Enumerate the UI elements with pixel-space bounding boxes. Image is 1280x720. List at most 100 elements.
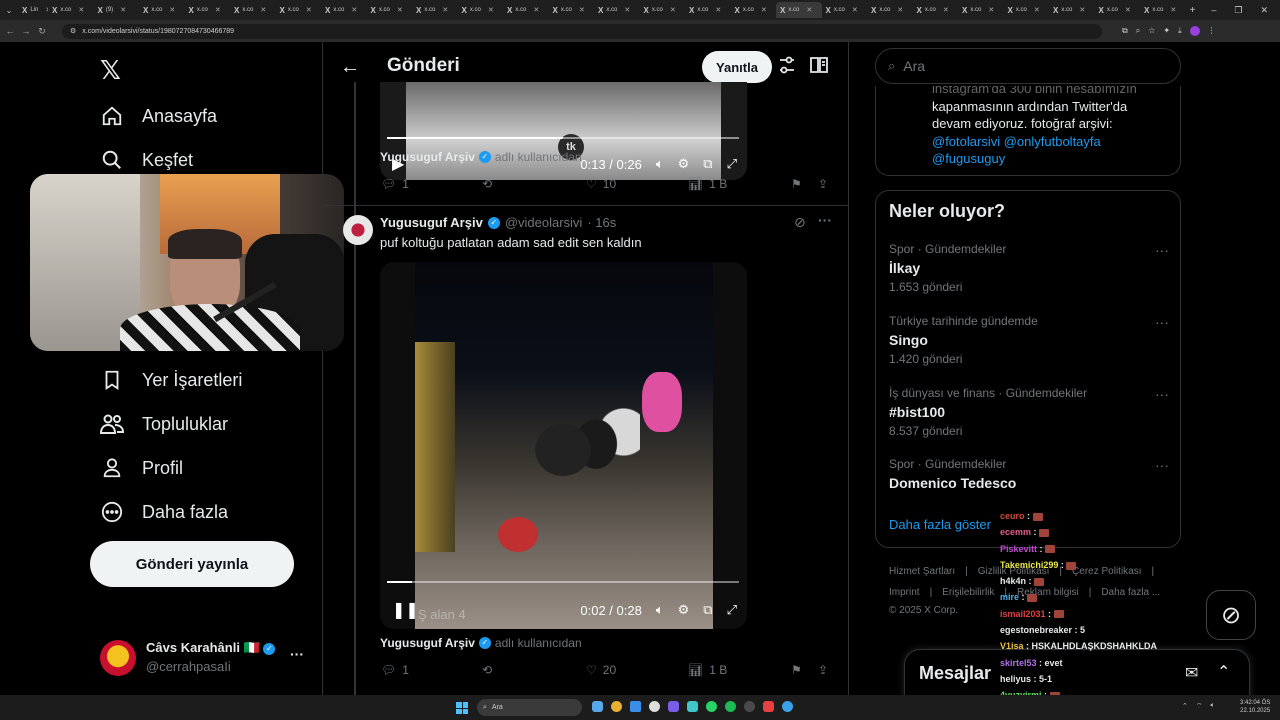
chat-username[interactable]: heliyus bbox=[1000, 674, 1031, 684]
share-action[interactable]: ⇪ bbox=[818, 663, 828, 677]
share-action[interactable]: ⇪ bbox=[818, 177, 828, 191]
grok-floating-button[interactable]: ⊘ bbox=[1206, 590, 1256, 640]
bio-line-links[interactable]: @fugusuguy bbox=[932, 150, 1172, 168]
browser-tab[interactable]: Xx.co ✕ bbox=[230, 2, 276, 18]
filter-settings-icon[interactable] bbox=[778, 54, 796, 81]
fullscreen-icon[interactable]: ⤢ bbox=[727, 602, 737, 618]
tab-close-icon[interactable]: ✕ bbox=[306, 6, 312, 14]
tab-close-icon[interactable]: ✕ bbox=[852, 6, 858, 14]
tab-close-icon[interactable]: ✕ bbox=[806, 6, 812, 14]
browser-tab[interactable]: Xx.co ✕ bbox=[822, 2, 868, 18]
video-settings-icon[interactable]: ⚙ bbox=[678, 156, 690, 172]
trend-item[interactable]: Türkiye tarihinde gündemde Singo 1.420 g… bbox=[889, 314, 1169, 366]
reply-action[interactable]: 💬︎ 1 bbox=[381, 177, 409, 191]
back-arrow-icon[interactable]: ← bbox=[340, 56, 360, 79]
tab-close-icon[interactable]: ✕ bbox=[260, 6, 266, 14]
footer-link[interactable]: Erişilebilirlik bbox=[942, 587, 994, 598]
extension-icon[interactable]: ⧉ bbox=[1122, 26, 1128, 36]
video-settings-icon[interactable]: ⚙ bbox=[678, 602, 690, 618]
taskbar-app-icon[interactable] bbox=[668, 701, 679, 712]
views-action[interactable]: 📊︎ 1 B bbox=[688, 177, 727, 191]
browser-tab[interactable]: Xx.co ✕ bbox=[594, 2, 640, 18]
browser-tab[interactable]: Xx.co ✕ bbox=[458, 2, 504, 18]
browser-tab[interactable]: Xx.co ✕ bbox=[1004, 2, 1050, 18]
browser-menu-icon[interactable]: ⋮ bbox=[1208, 26, 1216, 36]
download-icon[interactable]: ⤓ bbox=[1178, 26, 1182, 36]
browser-tab[interactable]: Xx.co ✕ bbox=[48, 2, 94, 18]
tab-close-icon[interactable]: ✕ bbox=[943, 6, 949, 14]
trend-more-icon[interactable]: ··· bbox=[1155, 242, 1169, 258]
like-action[interactable]: ♡ 10 bbox=[586, 177, 616, 191]
search-field[interactable]: ⌕ Ara bbox=[875, 48, 1181, 84]
tab-close-icon[interactable]: ✕ bbox=[215, 6, 221, 14]
reply-button[interactable]: Yanıtla bbox=[702, 51, 772, 83]
restore-icon[interactable]: ❐ bbox=[1234, 5, 1242, 16]
grok-icon[interactable]: ⊘ bbox=[794, 214, 806, 231]
taskbar-app-icon[interactable] bbox=[611, 701, 622, 712]
post-button[interactable]: Gönderi yayınla bbox=[90, 541, 294, 587]
browser-tab[interactable]: Xx.co ✕ bbox=[276, 2, 322, 18]
nav-item-explore[interactable]: Keşfet bbox=[100, 148, 193, 172]
taskbar-app-icon[interactable] bbox=[763, 701, 774, 712]
browser-tab[interactable]: Xx.co ✕ bbox=[139, 2, 185, 18]
trend-more-icon[interactable]: ··· bbox=[1155, 386, 1169, 402]
zoom-icon[interactable]: ⌕ bbox=[1136, 26, 1140, 36]
chat-username[interactable]: V1isa bbox=[1000, 641, 1024, 651]
reload-icon[interactable]: ↻ bbox=[34, 26, 50, 37]
taskbar-app-icon[interactable] bbox=[630, 701, 641, 712]
tab-close-icon[interactable]: ✕ bbox=[624, 6, 630, 14]
chat-username[interactable]: ismail2031 bbox=[1000, 609, 1046, 619]
chat-username[interactable]: Piskevitt bbox=[1000, 544, 1037, 554]
top-video-player[interactable]: tk ▶ 0:13 / 0:26 🔈︎ ⚙ ⧉ ⤢ bbox=[380, 82, 747, 180]
tab-close-icon[interactable]: ✕ bbox=[1034, 6, 1040, 14]
like-action[interactable]: ♡ 20 bbox=[586, 663, 616, 677]
tab-close-icon[interactable]: ✕ bbox=[1125, 6, 1131, 14]
tab-close-icon[interactable]: ✕ bbox=[397, 6, 403, 14]
pause-icon[interactable]: ❚❚ bbox=[392, 600, 419, 620]
nav-item-profile[interactable]: Profil bbox=[100, 456, 183, 480]
repost-action[interactable]: ⟲ bbox=[482, 663, 492, 677]
tab-close-icon[interactable]: ✕ bbox=[579, 6, 585, 14]
tab-close-icon[interactable]: ✕ bbox=[670, 6, 676, 14]
browser-tab[interactable]: Xx.co ✕ bbox=[867, 2, 913, 18]
browser-tab[interactable]: Xx.co ✕ bbox=[412, 2, 458, 18]
browser-tab[interactable]: Xx.co ✕ bbox=[1095, 2, 1141, 18]
reader-mode-icon[interactable] bbox=[809, 56, 829, 79]
fullscreen-icon[interactable]: ⤢ bbox=[727, 156, 737, 172]
tweet-handle[interactable]: @videolarsivi bbox=[505, 215, 583, 230]
browser-tab[interactable]: Xx.co ✕ bbox=[776, 2, 822, 18]
clock-time[interactable]: 3:42:04 ÖS bbox=[1240, 699, 1270, 707]
video-progress-track[interactable] bbox=[387, 581, 739, 583]
chat-username[interactable]: skirtel53 bbox=[1000, 658, 1037, 668]
taskbar-app-icon[interactable] bbox=[687, 701, 698, 712]
trend-more-icon[interactable]: ··· bbox=[1155, 314, 1169, 330]
chat-username[interactable]: ecemm bbox=[1000, 527, 1031, 537]
tab-close-icon[interactable]: ✕ bbox=[442, 6, 448, 14]
main-video-player[interactable]: Ş alan 4 ❚❚ 0:02 / 0:28 🔈︎ ⚙ ⧉ ⤢ bbox=[380, 262, 747, 629]
repost-action[interactable]: ⟲ bbox=[482, 177, 492, 191]
views-action[interactable]: 📊︎ 1 B bbox=[688, 663, 727, 677]
reply-action[interactable]: 💬︎ 1 bbox=[381, 663, 409, 677]
back-icon[interactable]: ← bbox=[2, 26, 18, 36]
tab-close-icon[interactable]: ✕ bbox=[169, 6, 175, 14]
tweet-author[interactable]: Yugusuguf Arşiv bbox=[380, 215, 483, 230]
nav-item-bookmarks[interactable]: Yer İşaretleri bbox=[100, 368, 242, 392]
browser-tab[interactable]: Xx.co ✕ bbox=[367, 2, 413, 18]
trend-item[interactable]: İş dünyası ve finans · Gündemdekiler #bi… bbox=[889, 386, 1169, 438]
start-icon[interactable] bbox=[456, 702, 468, 714]
taskbar-app-icon[interactable] bbox=[725, 701, 736, 712]
browser-tab[interactable]: Xx.co ✕ bbox=[1140, 2, 1186, 18]
browser-tab[interactable]: Xx.co ✕ bbox=[503, 2, 549, 18]
browser-tab[interactable]: Xx.co ✕ bbox=[321, 2, 367, 18]
tab-close-icon[interactable]: ✕ bbox=[120, 6, 126, 14]
tray-chevron-icon[interactable]: ⌃ bbox=[1182, 702, 1188, 711]
tab-close-icon[interactable]: ✕ bbox=[533, 6, 539, 14]
trend-more-icon[interactable]: ··· bbox=[1155, 457, 1169, 473]
clock-date[interactable]: 22.10.2025 bbox=[1240, 707, 1270, 715]
browser-tab[interactable]: Xx.co ✕ bbox=[731, 2, 777, 18]
taskbar-app-icon[interactable] bbox=[592, 701, 603, 712]
taskbar-app-icon[interactable] bbox=[649, 701, 660, 712]
chat-username[interactable]: ceuro bbox=[1000, 511, 1025, 521]
tab-close-icon[interactable]: ✕ bbox=[988, 6, 994, 14]
bio-line-links[interactable]: @fotolarsivi @onlyfutboltayfa bbox=[932, 133, 1172, 151]
